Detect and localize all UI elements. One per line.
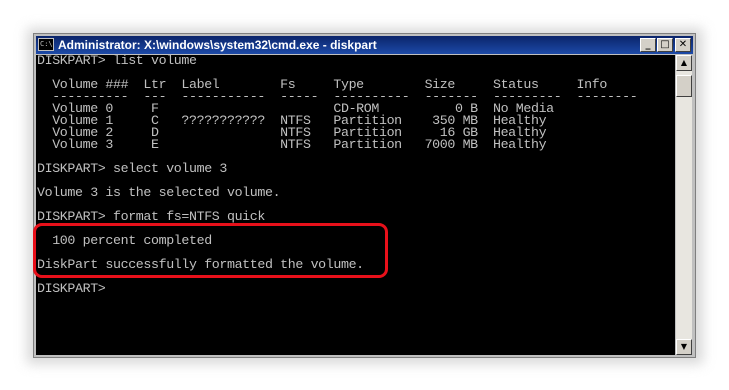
console-line: Volume 3 is the selected volume. [37, 185, 281, 200]
console-line: Volume 3 E NTFS Partition 7000 MB Health… [37, 137, 547, 152]
cmd-window: C:\ Administrator: X:\windows\system32\c… [33, 33, 696, 358]
maximize-button[interactable]: □ [657, 38, 673, 52]
scroll-thumb[interactable] [676, 75, 692, 97]
minimize-button[interactable]: _ [640, 38, 656, 52]
console-line: DISKPART> list volume [37, 55, 197, 68]
console-line: DISKPART> select volume 3 [37, 161, 227, 176]
scroll-up-button[interactable]: ▲ [676, 55, 692, 71]
console-line: DISKPART> format fs=NTFS quick [37, 209, 265, 224]
arrow-down-icon: ▼ [680, 342, 688, 351]
console-line: 100 percent completed [37, 233, 212, 248]
close-button[interactable]: ✕ [675, 38, 691, 52]
vertical-scrollbar[interactable]: ▲ ▼ [676, 55, 692, 355]
scroll-down-button[interactable]: ▼ [676, 339, 692, 355]
console-line: DISKPART> [37, 281, 113, 296]
cmd-icon[interactable]: C:\ [38, 38, 54, 51]
console-output[interactable]: DISKPART> list volume Volume ### Ltr Lab… [36, 55, 675, 355]
title-bar[interactable]: C:\ Administrator: X:\windows\system32\c… [36, 36, 693, 54]
arrow-up-icon: ▲ [680, 58, 688, 67]
console-text: DISKPART> list volume Volume ### Ltr Lab… [36, 55, 675, 295]
console-line: DiskPart successfully formatted the volu… [37, 257, 364, 272]
window-title: Administrator: X:\windows\system32\cmd.e… [58, 38, 377, 52]
